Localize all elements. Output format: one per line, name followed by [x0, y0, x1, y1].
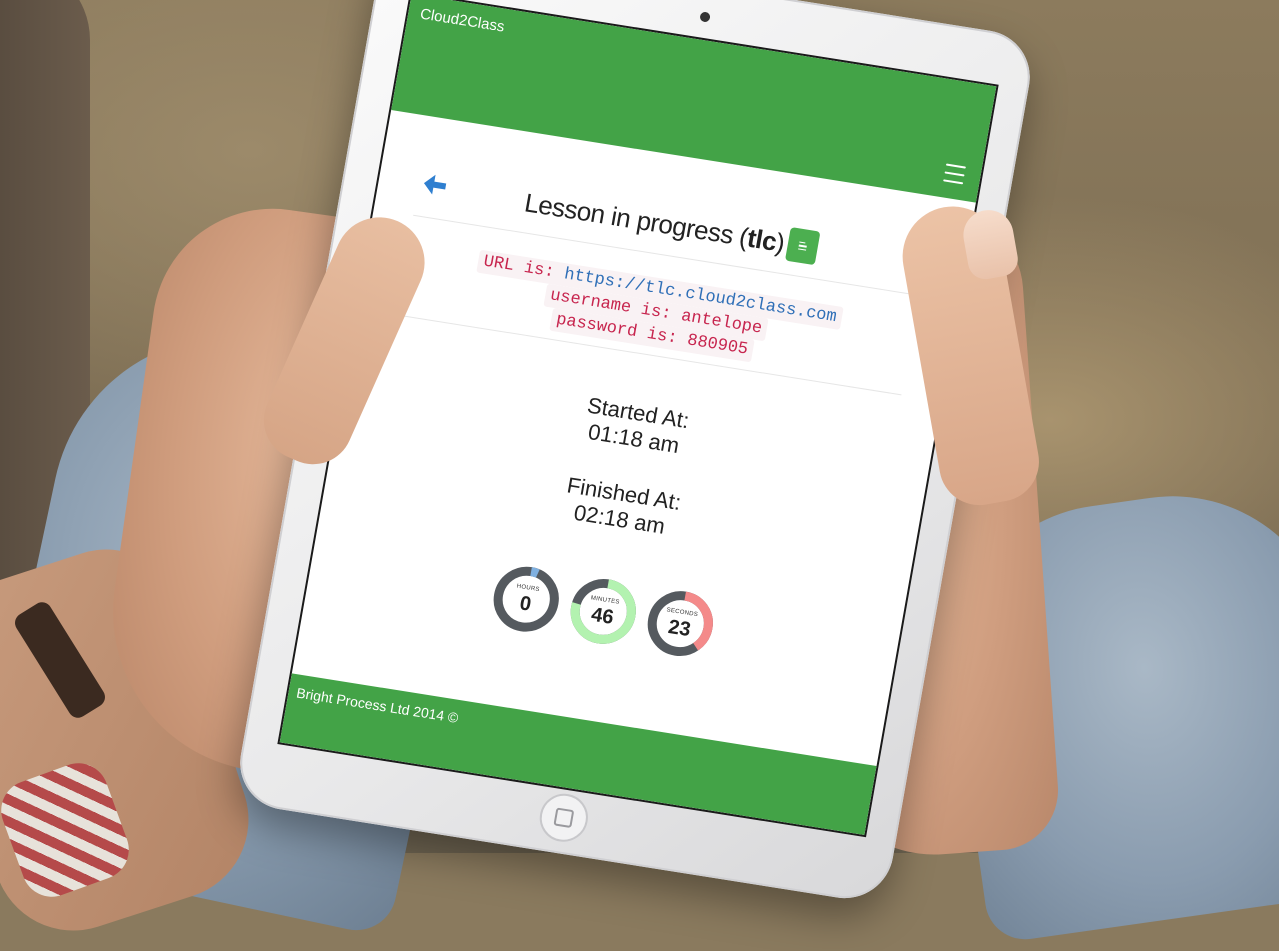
- page-title: Lesson in progress (tlc): [522, 187, 787, 259]
- document-list-button[interactable]: [785, 227, 821, 266]
- hamburger-menu-icon[interactable]: [943, 163, 966, 185]
- gauge-hours: HOURS 0: [484, 543, 569, 656]
- arrow-left-icon[interactable]: [421, 172, 449, 197]
- title-prefix: Lesson in progress (: [522, 186, 751, 252]
- brand-title[interactable]: Cloud2Class: [419, 6, 506, 36]
- gauge-minutes: MINUTES 46: [561, 555, 646, 668]
- document-list-icon: [798, 241, 808, 251]
- background-scene: Cloud2Class Lesson in progress (tlc) URL…: [0, 0, 1279, 951]
- gauge-seconds: SECONDS 23: [638, 567, 723, 680]
- lesson-content: Lesson in progress (tlc) URL is: https:/…: [292, 110, 976, 766]
